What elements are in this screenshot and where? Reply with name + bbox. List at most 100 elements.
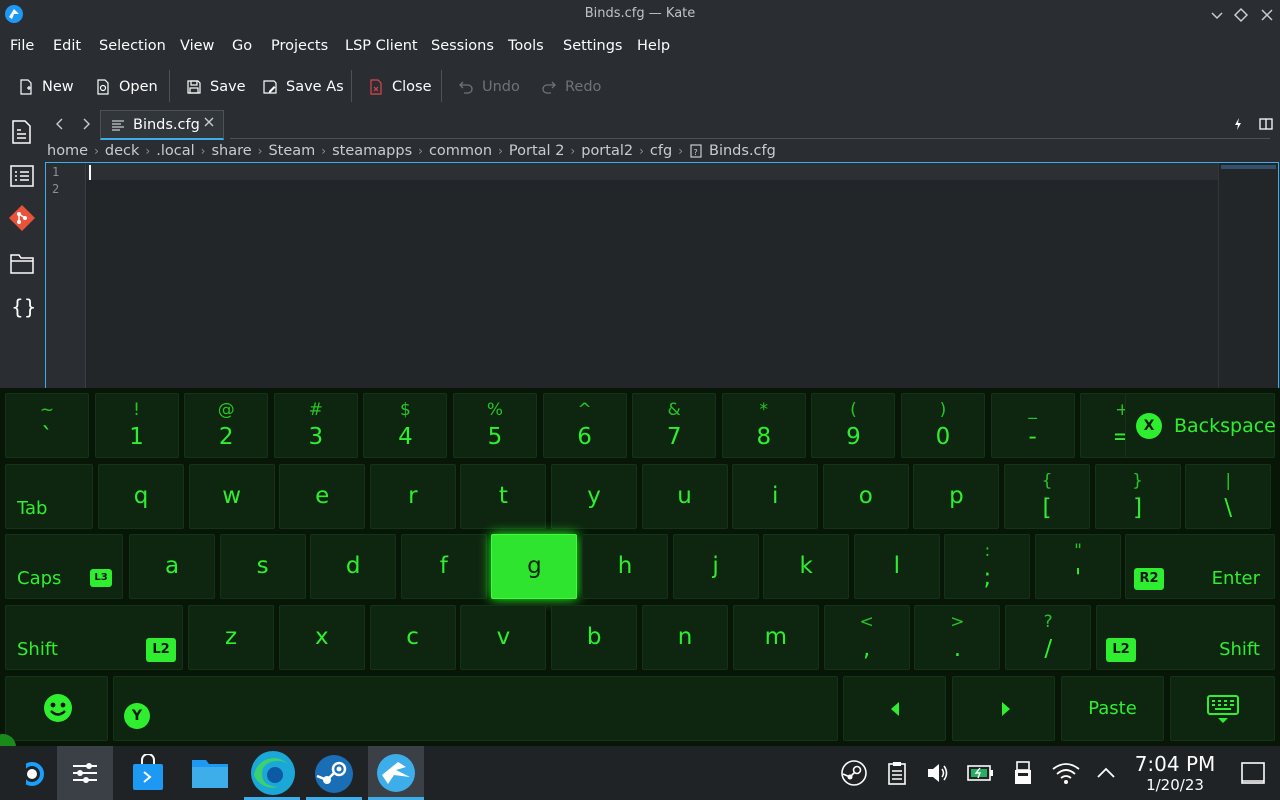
menu-tools[interactable]: Tools <box>508 38 544 54</box>
key-row4-0[interactable]: z <box>188 605 274 670</box>
enter-key[interactable]: R2 Enter <box>1125 534 1275 599</box>
hide-keyboard-key[interactable] <box>1170 676 1275 741</box>
backspace-key[interactable]: X Backspace <box>1125 393 1276 458</box>
menu-selection[interactable]: Selection <box>99 38 166 54</box>
key-row3-0[interactable]: a <box>129 534 215 599</box>
key-row2-9[interactable]: p <box>913 464 1000 529</box>
key-row1-5[interactable]: % 5 <box>453 393 537 458</box>
key-row4-7[interactable]: <, <box>823 605 910 670</box>
close-tab-icon[interactable] <box>203 116 215 132</box>
breadcrumb-item[interactable]: Steam <box>268 143 315 159</box>
breadcrumb-current-file[interactable]: Binds.cfg <box>709 143 776 159</box>
key-row1-1[interactable]: ! 1 <box>94 393 179 458</box>
key-row3-10[interactable]: " ' <box>1035 534 1121 599</box>
key-row1-9[interactable]: (9 <box>811 393 896 458</box>
key-row4-8[interactable]: >. <box>914 605 1001 670</box>
space-bar-key[interactable]: Y <box>113 676 838 741</box>
key-row2-8[interactable]: o <box>822 464 909 529</box>
key-row1-10[interactable]: ) 0 <box>901 393 985 458</box>
key-row1-3[interactable]: #3 <box>273 393 358 458</box>
chevron-up-icon[interactable] <box>1093 760 1119 786</box>
key-row1-7[interactable]: & 7 <box>632 393 717 458</box>
key-row3-4[interactable]: g <box>491 534 578 599</box>
key-row1-6[interactable]: ^ 6 <box>542 393 627 458</box>
key-row3-8[interactable]: l <box>853 534 940 599</box>
key-row3-7[interactable]: k <box>763 534 850 599</box>
wifi-icon[interactable] <box>1051 760 1080 786</box>
menu-go[interactable]: Go <box>232 38 252 54</box>
arrow-right-key[interactable] <box>952 676 1055 741</box>
key-row1-11[interactable]: _ - <box>990 393 1075 458</box>
key-row2-5[interactable]: y <box>551 464 637 529</box>
key-row4-6[interactable]: m <box>732 605 819 670</box>
breadcrumb-item[interactable]: steamapps <box>332 143 412 159</box>
breadcrumb-item[interactable]: .local <box>156 143 194 159</box>
show-desktop-icon[interactable] <box>1240 760 1266 786</box>
breadcrumb-item[interactable]: Portal 2 <box>509 143 565 159</box>
key-row1-8[interactable]: * 8 <box>721 393 806 458</box>
key-row4-3[interactable]: v <box>460 605 547 670</box>
key-row2-3[interactable]: r <box>369 464 456 529</box>
application-launcher[interactable] <box>2 746 58 800</box>
breadcrumb-item[interactable]: common <box>429 143 492 159</box>
breadcrumb-item[interactable]: deck <box>105 143 140 159</box>
menu-lsp-client[interactable]: LSP Client <box>345 38 418 54</box>
key-row1-4[interactable]: $4 <box>363 393 448 458</box>
taskbar-mixer[interactable] <box>57 746 113 800</box>
menu-help[interactable]: Help <box>637 38 670 54</box>
key-row2-0[interactable]: q <box>98 464 184 529</box>
quick-open-icon[interactable] <box>1230 116 1246 132</box>
menu-projects[interactable]: Projects <box>271 38 328 54</box>
tab-key[interactable]: Tab <box>5 464 93 529</box>
tab-binds-cfg[interactable]: Binds.cfg <box>100 110 224 140</box>
text-editor[interactable]: 1 2 <box>45 162 1279 390</box>
volume-icon[interactable] <box>925 760 951 786</box>
menu-edit[interactable]: Edit <box>53 38 81 54</box>
key-row1-2[interactable]: @2 <box>184 393 269 458</box>
key-row3-2[interactable]: d <box>310 534 397 599</box>
key-row2-6[interactable]: u <box>641 464 728 529</box>
emoji-key[interactable] <box>5 676 108 741</box>
save-as-button[interactable]: Save As <box>262 74 344 100</box>
open-button[interactable]: Open <box>95 74 158 100</box>
steam-tray-icon[interactable] <box>841 760 867 786</box>
breadcrumb-item[interactable]: home <box>47 143 88 159</box>
symbols-panel-icon[interactable]: {} <box>8 292 36 320</box>
clock-date[interactable]: 1/20/23 <box>1132 776 1218 794</box>
key-row2-12[interactable]: | \ <box>1185 464 1272 529</box>
minimap-scrollbar[interactable] <box>1218 163 1278 389</box>
breadcrumb-item[interactable]: share <box>211 143 251 159</box>
save-button[interactable]: Save <box>186 74 246 100</box>
key-row3-5[interactable]: h <box>582 534 668 599</box>
left-shift-key[interactable]: Shift L2 <box>5 605 183 670</box>
key-row4-9[interactable]: ? / <box>1005 605 1092 670</box>
menu-file[interactable]: File <box>10 38 34 54</box>
taskbar-kate[interactable] <box>368 746 424 800</box>
menu-sessions[interactable]: Sessions <box>431 38 494 54</box>
split-view-icon[interactable] <box>1258 116 1274 132</box>
key-row2-10[interactable]: {[ <box>1004 464 1090 529</box>
clipboard-icon[interactable] <box>884 760 910 786</box>
undo-button[interactable]: Undo <box>458 74 520 100</box>
breadcrumb-item[interactable]: portal2 <box>581 143 633 159</box>
close-window-button[interactable] <box>1256 4 1278 26</box>
key-row3-1[interactable]: s <box>219 534 306 599</box>
taskbar-dolphin[interactable] <box>182 746 238 800</box>
arrow-left-key[interactable] <box>843 676 946 741</box>
right-shift-key[interactable]: L2 Shift <box>1096 605 1275 670</box>
key-row2-1[interactable]: w <box>188 464 275 529</box>
taskbar-edge[interactable] <box>244 746 300 800</box>
key-row4-4[interactable]: b <box>551 605 638 670</box>
key-row4-5[interactable]: n <box>642 605 728 670</box>
key-row4-1[interactable]: x <box>278 605 365 670</box>
filesystem-browser-icon[interactable] <box>8 249 36 277</box>
key-row3-6[interactable]: j <box>672 534 759 599</box>
documents-panel-icon[interactable] <box>8 118 36 146</box>
taskbar-discover[interactable] <box>120 746 176 800</box>
caps-lock-key[interactable]: Caps L3 <box>5 534 123 599</box>
paste-key[interactable]: Paste <box>1061 676 1164 741</box>
key-row2-2[interactable]: e <box>279 464 366 529</box>
menu-view[interactable]: View <box>180 38 214 54</box>
key-row3-9[interactable]: :; <box>944 534 1031 599</box>
outline-panel-icon[interactable] <box>8 162 36 190</box>
